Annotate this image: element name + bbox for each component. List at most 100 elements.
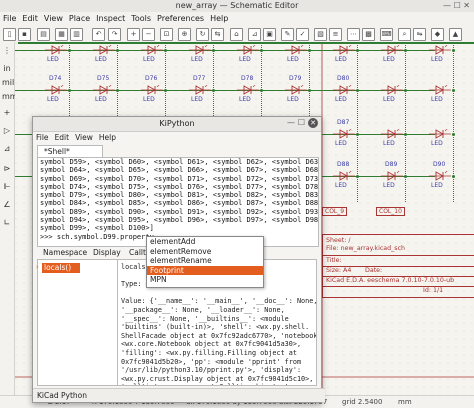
search-icon[interactable]: ⌕ bbox=[398, 28, 411, 41]
led-symbol-icon bbox=[189, 45, 211, 55]
menu-view[interactable]: View bbox=[41, 12, 66, 26]
led-value-label: LED bbox=[47, 56, 59, 63]
minimize-icon[interactable]: — bbox=[287, 118, 295, 127]
save-icon[interactable]: ▪ bbox=[18, 28, 31, 41]
rotate-icon[interactable]: ↻ bbox=[196, 28, 209, 41]
menu-place[interactable]: Place bbox=[66, 12, 93, 26]
symbol-browser-icon[interactable]: ▣ bbox=[263, 28, 276, 41]
bom-icon[interactable]: ≡ bbox=[329, 28, 342, 41]
zoom-selection-icon[interactable]: ⊕ bbox=[178, 28, 191, 41]
led-value-label: LED bbox=[191, 56, 203, 63]
grid-readout: grid 2.5400 bbox=[342, 398, 383, 406]
junction-dot bbox=[452, 89, 455, 92]
autocomplete-item[interactable]: MPN bbox=[147, 275, 263, 285]
properties-icon[interactable]: ∠ bbox=[2, 200, 12, 210]
tab-namespace[interactable]: Namespace bbox=[39, 247, 91, 259]
namespace-item-locals[interactable]: locals() bbox=[42, 263, 80, 273]
sheet-title: Title: bbox=[326, 257, 342, 264]
pcb-editor-icon[interactable]: ▩ bbox=[362, 28, 375, 41]
label-col-10[interactable]: COL_10 bbox=[376, 207, 405, 216]
expand-arrow-icon[interactable]: › bbox=[36, 263, 39, 271]
plugin-icon[interactable]: ▲ bbox=[449, 28, 462, 41]
hierarchy-icon[interactable]: ⌂ bbox=[230, 28, 243, 41]
kipython-titlebar[interactable]: KiPython bbox=[33, 117, 321, 132]
column-wire bbox=[453, 42, 455, 202]
junction-dot bbox=[260, 89, 263, 92]
window-title: new_array — Schematic Editor bbox=[175, 1, 299, 10]
detail-line: Value: {'__name__': '__main__', '__doc__… bbox=[121, 297, 317, 306]
menu-preferences[interactable]: Preferences bbox=[154, 12, 207, 26]
plot-icon[interactable]: ▥ bbox=[70, 28, 83, 41]
led-symbol-icon bbox=[381, 171, 403, 181]
inch-units-icon[interactable]: in bbox=[2, 64, 12, 74]
led-value-label: LED bbox=[287, 56, 299, 63]
namespace-tree[interactable]: › locals() bbox=[36, 259, 119, 386]
cursor-icon[interactable]: + bbox=[2, 108, 12, 118]
shell-line: symbol D79>, <symbol D80>, <symbol D81>,… bbox=[40, 191, 319, 200]
highlight-icon[interactable]: ⊳ bbox=[2, 164, 12, 174]
mil-units-icon[interactable]: mil bbox=[2, 78, 14, 88]
autocomplete-popup[interactable]: elementAdd elementRemove elementRename Foot… bbox=[146, 236, 264, 288]
footprint-assign-icon[interactable]: ▧ bbox=[314, 28, 327, 41]
maximize-icon[interactable]: ☐ bbox=[298, 118, 305, 127]
autocomplete-item[interactable]: Footprint bbox=[147, 265, 263, 276]
page-settings-icon[interactable]: ▤ bbox=[37, 28, 50, 41]
python-icon[interactable]: ◆ bbox=[431, 28, 444, 41]
menu-help[interactable]: Help bbox=[207, 12, 231, 26]
grid-icon[interactable]: ⋮ bbox=[2, 46, 12, 56]
zoom-fit-icon[interactable]: ⊡ bbox=[160, 28, 173, 41]
kipython-menu-file[interactable]: File bbox=[33, 132, 52, 144]
led-value-label: LED bbox=[95, 56, 107, 63]
kipython-menu-view[interactable]: View bbox=[72, 132, 96, 144]
replace-icon[interactable]: ⇋ bbox=[413, 28, 426, 41]
column-wire bbox=[357, 42, 359, 202]
mm-units-icon[interactable]: mm bbox=[2, 92, 18, 102]
mirror-icon[interactable]: ⇆ bbox=[211, 28, 224, 41]
diode-ref-label: D75 bbox=[97, 75, 110, 82]
label-col-9[interactable]: COL_9 bbox=[322, 207, 348, 216]
led-value-label: LED bbox=[47, 96, 59, 103]
detail-line: 'builtins' (built-in)>, 'shell': <wx.py.… bbox=[121, 323, 310, 332]
menu-inspect[interactable]: Inspect bbox=[93, 12, 128, 26]
kipython-menu-bar: File Edit View Help bbox=[33, 132, 321, 144]
scripting-console-icon[interactable]: ⌨ bbox=[380, 28, 393, 41]
redo-icon[interactable]: ↷ bbox=[108, 28, 121, 41]
kipython-menu-help[interactable]: Help bbox=[96, 132, 119, 144]
menu-tools[interactable]: Tools bbox=[128, 12, 154, 26]
close-icon[interactable]: ✕ bbox=[308, 118, 318, 128]
led-symbol-icon bbox=[429, 129, 451, 139]
erc-icon[interactable]: ✓ bbox=[296, 28, 309, 41]
autocomplete-item[interactable]: elementRename bbox=[147, 256, 263, 266]
symbol-editor-icon[interactable]: ⊿ bbox=[248, 28, 261, 41]
led-value-label: LED bbox=[431, 182, 443, 189]
led-value-label: LED bbox=[383, 96, 395, 103]
symbol-fields-icon[interactable]: ⊩ bbox=[2, 182, 12, 192]
menu-file[interactable]: File bbox=[0, 12, 19, 26]
junction-dot bbox=[356, 89, 359, 92]
led-symbol-icon bbox=[237, 85, 259, 95]
window-controls[interactable]: — ☐ ✕ bbox=[443, 1, 470, 10]
zoom-in-icon[interactable]: + bbox=[127, 28, 140, 41]
led-symbol-icon bbox=[333, 85, 355, 95]
hidden-pins-icon[interactable]: ▷ bbox=[2, 126, 12, 136]
led-value-label: LED bbox=[143, 96, 155, 103]
annotate-icon[interactable]: ✎ bbox=[281, 28, 294, 41]
undo-icon[interactable]: ↶ bbox=[92, 28, 105, 41]
sheet-name: Sheet: / bbox=[326, 237, 351, 244]
led-value-label: LED bbox=[383, 140, 395, 147]
netlist-icon[interactable]: ⋯ bbox=[347, 28, 360, 41]
zoom-out-icon[interactable]: − bbox=[142, 28, 155, 41]
print-icon[interactable]: ▦ bbox=[55, 28, 68, 41]
tab-display[interactable]: Display bbox=[89, 247, 125, 259]
wire-angle-icon[interactable]: ⊿ bbox=[2, 144, 12, 154]
autocomplete-item[interactable]: elementAdd bbox=[147, 237, 263, 247]
autocomplete-item[interactable]: elementRemove bbox=[147, 247, 263, 257]
diode-ref-label: D77 bbox=[193, 75, 206, 82]
shell-console[interactable]: symbol D59>, <symbol D60>, <symbol D61>,… bbox=[37, 157, 319, 247]
menu-edit[interactable]: Edit bbox=[19, 12, 41, 26]
new-sheet-icon[interactable]: ▯ bbox=[3, 28, 16, 41]
kipython-menu-edit[interactable]: Edit bbox=[52, 132, 73, 144]
net-navigator-icon[interactable]: ∟ bbox=[2, 218, 12, 228]
diode-ref-label: D87 bbox=[337, 119, 350, 126]
left-toolbar: ⋮ in mil mm + ▷ ⊿ ⊳ ⊩ ∠ ∟ bbox=[0, 42, 18, 395]
